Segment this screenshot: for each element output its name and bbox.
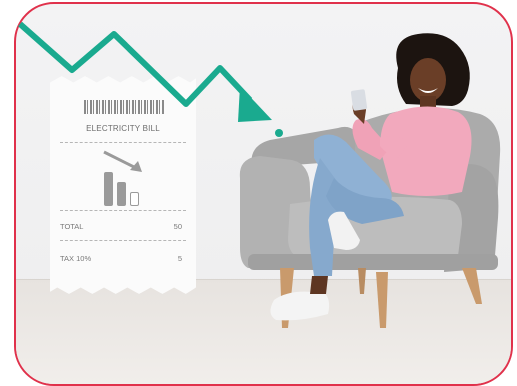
trend-down-arrow-icon <box>18 21 283 137</box>
